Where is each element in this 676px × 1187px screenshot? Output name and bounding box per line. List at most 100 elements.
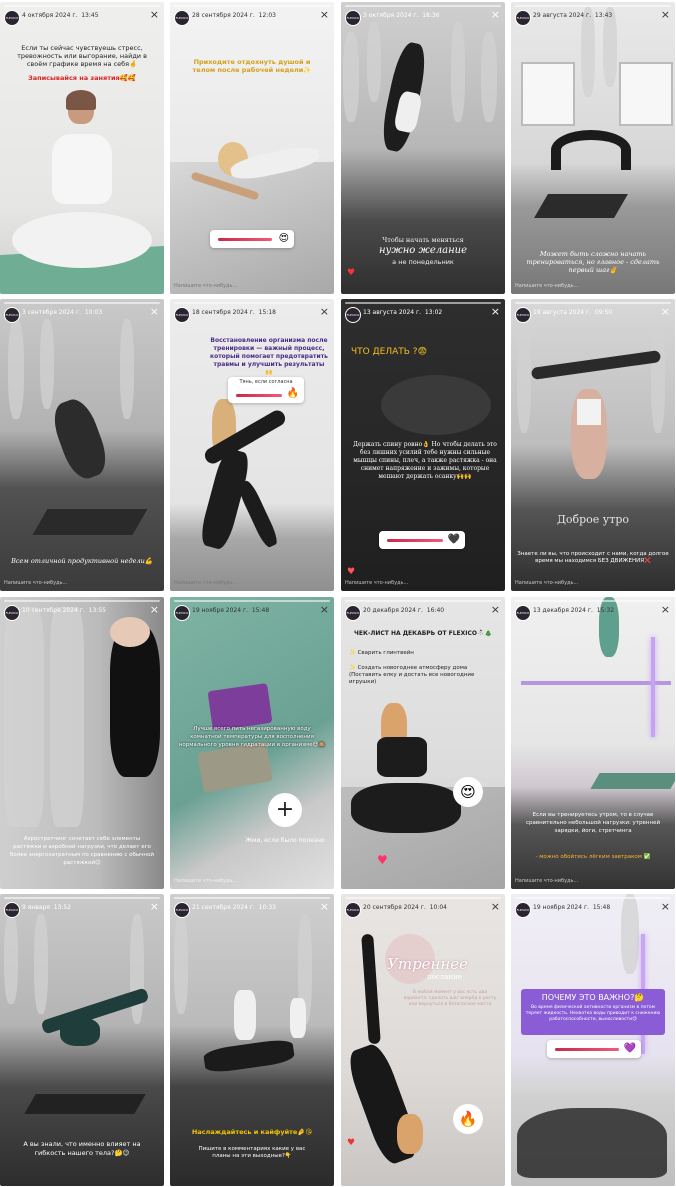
close-icon[interactable]: × (320, 604, 329, 615)
avatar[interactable]: FLEXICO (4, 307, 20, 323)
heart-icon[interactable]: ♥ (377, 853, 388, 867)
story-card[interactable]: FLEXICO 19 августа 2024 г. 09:50 × Добро… (511, 299, 675, 591)
avatar[interactable]: FLEXICO (345, 10, 361, 26)
story-card[interactable]: FLEXICO 4 октября 2024 г. 13:45 × Если т… (0, 2, 164, 294)
slider-emoji[interactable]: 🔥 (287, 387, 299, 401)
emoji-reaction-bubble[interactable]: 🔥 (453, 1104, 483, 1134)
story-card[interactable]: FLEXICO 3 сентября 2024 г. 10:03 × Всем … (0, 299, 164, 591)
avatar[interactable]: FLEXICO (174, 902, 190, 918)
avatar[interactable]: FLEXICO (345, 605, 361, 621)
reply-input[interactable]: Напишите что-нибудь... (515, 580, 578, 586)
close-icon[interactable]: × (150, 9, 159, 20)
slider-track[interactable] (555, 1048, 619, 1051)
avatar[interactable]: FLEXICO (174, 10, 190, 26)
close-icon[interactable]: × (661, 901, 670, 912)
close-icon[interactable]: × (150, 901, 159, 912)
story-date: 29 августа 2024 г. 13:43 (533, 12, 613, 19)
story-card[interactable]: FLEXICO 3 октября 2024 г. 18:36 × Чтобы … (341, 2, 505, 294)
reply-input[interactable]: Напишите что-нибудь... (174, 580, 237, 586)
story-card[interactable]: FLEXICO 21 сентября 2024 г. 10:33 × Насл… (170, 894, 334, 1186)
avatar[interactable]: FLEXICO (4, 10, 20, 26)
close-icon[interactable]: × (491, 604, 500, 615)
story-caption-line2: нужно желание (378, 245, 468, 256)
slider-track[interactable] (387, 539, 443, 542)
slider-emoji[interactable]: 😍 (279, 232, 289, 246)
progress-bar (174, 5, 330, 7)
close-icon[interactable]: × (491, 306, 500, 317)
progress-bar (174, 897, 330, 899)
avatar[interactable]: FLEXICO (174, 605, 190, 621)
close-icon[interactable]: × (150, 306, 159, 317)
emoji-slider[interactable]: 🖤 (379, 531, 465, 549)
story-card[interactable]: FLEXICO 19 ноября 2024 г. 15:48 × Лучше … (170, 597, 334, 889)
slider-emoji[interactable]: 💜 (624, 1042, 636, 1056)
progress-bar (515, 5, 671, 7)
hammock (517, 323, 531, 433)
story-card[interactable]: FLEXICO 19 ноября 2024 г. 15:48 × ПОЧЕМУ… (511, 894, 675, 1186)
story-caption-2: Пишите в комментариях какие у вас планы … (198, 1146, 306, 1159)
story-card[interactable]: FLEXICO 18 сентября 2024 г. 15:18 × Восс… (170, 299, 334, 591)
emoji-reaction-bubble[interactable]: 😍 (453, 777, 483, 807)
story-card[interactable]: FLEXICO 13 декабря 2024 г. 15:32 × Если … (511, 597, 675, 889)
story-caption: Если ты сейчас чувствуешь стресс, тревож… (17, 44, 147, 68)
story-card[interactable]: FLEXICO 29 августа 2024 г. 13:43 × Может… (511, 2, 675, 294)
hammock (451, 22, 465, 122)
window (521, 62, 575, 126)
close-icon[interactable]: × (661, 306, 670, 317)
hammock (603, 7, 617, 87)
reply-input[interactable]: Напишите что-нибудь... (174, 283, 237, 289)
story-card[interactable]: FLEXICO 9 января 13:52 × А вы знали, что… (0, 894, 164, 1186)
close-icon[interactable]: × (491, 9, 500, 20)
close-icon[interactable]: × (320, 306, 329, 317)
avatar[interactable]: FLEXICO (174, 307, 190, 323)
emoji-slider[interactable]: Тянь, если согласна 🔥 (228, 377, 304, 403)
reply-input[interactable]: Напишите что-нибудь... (4, 580, 67, 586)
avatar[interactable]: FLEXICO (345, 902, 361, 918)
avatar[interactable]: FLEXICO (515, 10, 531, 26)
reply-input[interactable]: Напишите что-нибудь... (515, 283, 578, 289)
story-caption: Может быть сложно начать тренироваться, … (526, 250, 660, 274)
progress-bar (515, 897, 671, 899)
story-caption: Знаете ли вы, что происходит с нами, ког… (517, 551, 669, 564)
emoji-slider[interactable]: 😍 (210, 230, 294, 248)
story-caption: Восстановление организма после тренировк… (210, 337, 328, 376)
heart-icon[interactable]: ♥ (347, 1138, 355, 1148)
story-card[interactable]: FLEXICO 13 августа 2024 г. 13:02 × ЧТО Д… (341, 299, 505, 591)
slider-track[interactable] (236, 394, 282, 397)
reply-input[interactable]: Напишите что-нибудь... (174, 878, 237, 884)
slider-emoji[interactable]: 🖤 (448, 533, 460, 547)
avatar[interactable]: FLEXICO (4, 605, 20, 621)
emoji-slider[interactable]: 💜 (547, 1040, 641, 1058)
avatar[interactable]: FLEXICO (515, 307, 531, 323)
heart-icon[interactable]: ♥ (347, 567, 355, 577)
close-icon[interactable]: × (491, 901, 500, 912)
story-caption: В любой момент у вас есть два варианта: … (403, 990, 497, 1007)
progress-bar (345, 302, 501, 304)
close-icon[interactable]: × (320, 9, 329, 20)
slider-track[interactable] (218, 238, 272, 241)
avatar[interactable]: FLEXICO (345, 307, 361, 323)
story-caption-2: - можно обойтись лёгким завтраком ✅ (535, 854, 651, 860)
progress-bar (345, 897, 501, 899)
story-card[interactable]: FLEXICO 28 сентября 2024 г. 12:03 × Прих… (170, 2, 334, 294)
close-icon[interactable]: × (320, 901, 329, 912)
story-card[interactable]: FLEXICO 20 декабря 2024 г. 16:40 × ЧЕК-Л… (341, 597, 505, 889)
reply-input[interactable]: Напишите что-нибудь... (515, 878, 578, 884)
story-cta: Записывайся на занятия🥰🥰 (28, 74, 136, 82)
progress-bar (4, 302, 160, 304)
avatar[interactable]: FLEXICO (515, 902, 531, 918)
stories-grid: FLEXICO 4 октября 2024 г. 13:45 × Если т… (0, 0, 676, 1187)
story-date: 13 августа 2024 г. 13:02 (363, 309, 443, 316)
story-card[interactable]: FLEXICO 10 сентября 2024 г. 13:55 × Аэро… (0, 597, 164, 889)
add-button[interactable]: + (268, 793, 302, 827)
yoga-mat (24, 1094, 146, 1114)
story-card[interactable]: FLEXICO 20 сентября 2024 г. 10:04 × Утре… (341, 894, 505, 1186)
close-icon[interactable]: × (661, 604, 670, 615)
close-icon[interactable]: × (150, 604, 159, 615)
reply-input[interactable]: Напишите что-нибудь... (345, 580, 408, 586)
avatar[interactable]: FLEXICO (4, 902, 20, 918)
heart-icon[interactable]: ♥ (347, 268, 355, 278)
avatar[interactable]: FLEXICO (515, 605, 531, 621)
story-caption-line1: Чтобы начать меняться (382, 236, 464, 244)
close-icon[interactable]: × (661, 9, 670, 20)
